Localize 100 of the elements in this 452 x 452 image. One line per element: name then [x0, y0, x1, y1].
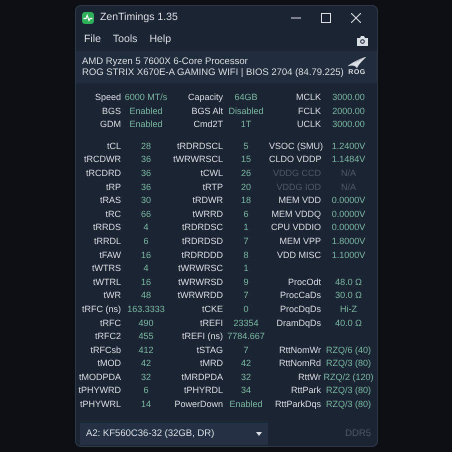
timing-label: tRC	[104, 208, 121, 221]
timing-label: BGS	[100, 104, 121, 118]
motherboard-info: ROG STRIX X670E-A GAMING WIFI | BIOS 2704 (84.79.225)	[82, 67, 344, 78]
timing-label: tMODPDA	[78, 370, 121, 384]
timing-value: 2000.00	[331, 104, 366, 118]
timing-value: 0.0000V	[330, 194, 366, 208]
timing-label: MEM VDD	[278, 194, 321, 208]
timing-value: 163.3333	[126, 302, 166, 316]
timing-label: tFAW	[98, 248, 121, 262]
timing-label: tCKE	[200, 302, 223, 316]
timing-label: tRFC	[99, 316, 121, 330]
timing-value: 7	[242, 344, 250, 357]
timing-label: tREFI (ns)	[180, 330, 223, 344]
timing-value: 6	[142, 234, 150, 248]
timing-value: 7784.667	[226, 330, 266, 344]
timing-value: 412	[137, 344, 155, 357]
camera-icon[interactable]	[356, 34, 369, 46]
timing-value: 7	[242, 234, 250, 248]
timing-label: tMRD	[199, 357, 223, 370]
timing-value: 9	[242, 276, 250, 289]
timing-label: RttNomRd	[278, 357, 321, 370]
timing-label: tPHYWRL	[78, 398, 121, 412]
timing-label: tRDRDSD	[180, 234, 223, 248]
timing-value: 1.2400V	[330, 140, 366, 153]
timing-label: Cmd2T	[192, 118, 223, 132]
timing-value: 32	[140, 370, 152, 384]
window-title: ZenTimings 1.35	[100, 10, 178, 25]
timing-label: tWRWRSCL	[172, 153, 223, 166]
timing-label: tRFCsb	[89, 344, 121, 357]
timing-label: MCLK	[294, 91, 321, 104]
menu-item[interactable]: File	[84, 32, 101, 48]
timing-label: MEM VPP	[278, 234, 321, 248]
timing-label: tRAS	[98, 194, 121, 208]
timing-label: tMOD	[96, 357, 121, 370]
timing-label: DramDqDs	[275, 316, 321, 330]
timing-label: tRDWR	[192, 194, 223, 208]
timing-label: tPHYWRD	[78, 384, 121, 398]
timing-label: ProcDqDs	[278, 302, 321, 316]
timing-value: 14	[140, 398, 152, 412]
timing-value: RZQ/6 (40)	[324, 344, 372, 357]
timing-label: tRFC (ns)	[81, 302, 121, 316]
timing-value: 4	[142, 221, 150, 234]
timing-value: 15	[240, 153, 252, 166]
timing-label: tWRWRDD	[176, 289, 223, 302]
timing-value: 64GB	[233, 91, 258, 104]
timing-value: 20	[240, 180, 252, 194]
timing-label: tWTRS	[91, 262, 121, 276]
timing-value: 36	[140, 166, 152, 180]
close-icon[interactable]	[351, 12, 361, 22]
timing-value: Disabled	[227, 104, 265, 118]
timing-value: 18	[240, 194, 252, 208]
timing-value: 30.0 Ω	[334, 289, 363, 302]
timing-value: RZQ/3 (80)	[324, 384, 372, 398]
timing-value: 16	[140, 276, 152, 289]
timing-label: UCLK	[296, 118, 321, 132]
timing-value: 1T	[240, 118, 252, 132]
timing-label: RttParkDqs	[274, 398, 321, 412]
timing-value: Hi-Z	[339, 302, 358, 316]
timing-label: tCWL	[200, 166, 223, 180]
timing-label: ProcOdt	[286, 276, 321, 289]
menu-item[interactable]: Tools	[112, 32, 138, 48]
timing-value: Enabled	[128, 104, 164, 118]
menu-item[interactable]: Help	[149, 32, 172, 48]
timing-label: Speed	[94, 91, 121, 104]
timing-label: VSOC (SMU)	[269, 140, 321, 153]
timing-label: tSTAG	[196, 344, 223, 357]
timing-value: 16	[140, 248, 152, 262]
module-dropdown[interactable]: A2: KF560C36-32 (32GB, DR)	[80, 423, 268, 445]
timing-value: 4	[142, 262, 150, 276]
timing-value: 66	[140, 208, 152, 221]
timing-value: 1	[242, 262, 250, 276]
timing-label: GDM	[99, 118, 121, 132]
timing-label: MEM VDDQ	[270, 208, 321, 221]
timing-label: tRCDWR	[83, 153, 121, 166]
timing-label: tRCDRD	[85, 166, 121, 180]
timing-value: 455	[137, 330, 155, 344]
timing-value: 5	[242, 140, 250, 153]
timing-value: 0.0000V	[330, 221, 366, 234]
timing-label: CLDO VDDP	[269, 153, 321, 166]
timing-label: tRRDS	[92, 221, 121, 234]
timing-value: 40.0 Ω	[334, 316, 363, 330]
timing-value: 23354	[232, 316, 260, 330]
timing-value: 1	[242, 221, 250, 234]
timing-label: BGS Alt	[190, 104, 223, 118]
timing-label: tRDRDSCL	[176, 140, 223, 153]
timing-label: tPHYRDL	[182, 384, 223, 398]
timing-value: 8	[242, 248, 250, 262]
timing-label: tRDRDDD	[180, 248, 223, 262]
timing-value: 48.0 Ω	[334, 276, 363, 289]
timing-label: tWRRD	[192, 208, 223, 221]
timing-label: ProcCaDs	[278, 289, 321, 302]
timing-label: Capacity	[186, 91, 223, 104]
timing-label: tCL	[106, 140, 121, 153]
timing-label: tRFC2	[94, 330, 121, 344]
timing-value: RZQ/3 (80)	[324, 357, 372, 370]
maximize-icon[interactable]	[321, 12, 331, 22]
logo-icon	[347, 57, 367, 69]
timing-label: RttWr	[297, 370, 321, 384]
timing-label: VDD MISC	[276, 248, 321, 262]
timing-value: 1.1484V	[330, 153, 366, 166]
